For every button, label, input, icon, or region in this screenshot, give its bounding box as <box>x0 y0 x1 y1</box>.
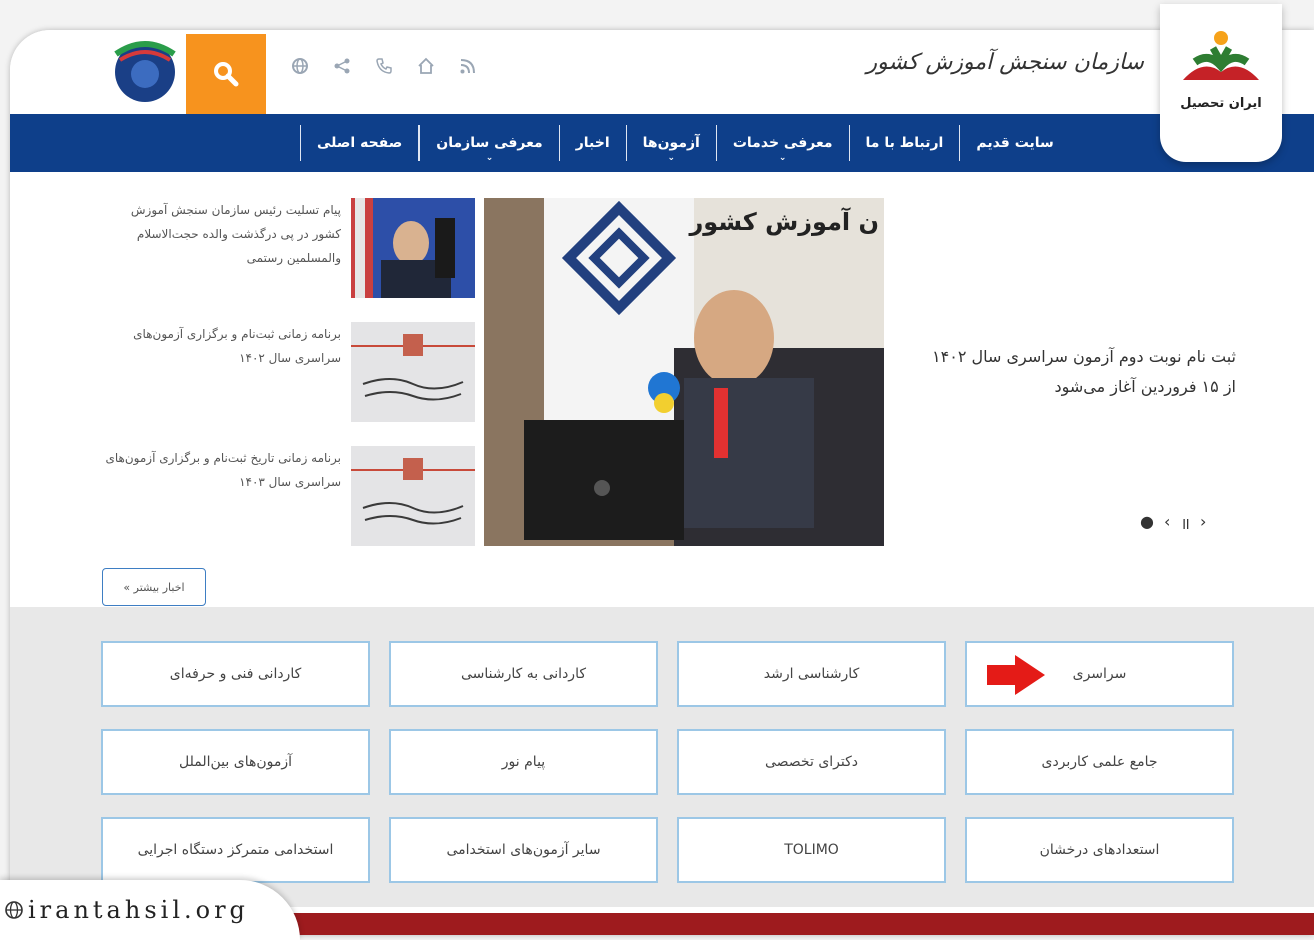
slider-image[interactable]: ن آموزش کشور <box>484 198 884 546</box>
exam-tile[interactable]: کارشناسی ارشد <box>677 641 946 707</box>
exam-tile[interactable]: آزمون‌های بین‌الملل <box>101 729 370 795</box>
exam-tile[interactable]: سراسری <box>965 641 1234 707</box>
news-thumb <box>351 198 475 298</box>
slider-headline[interactable]: ثبت نام نوبت دوم آزمون سراسری سال ۱۴۰۲ ا… <box>906 342 1236 402</box>
exam-tile-label: دکترای تخصصی <box>764 754 859 770</box>
brand-name: ایران تحصیل <box>1180 96 1262 111</box>
browser-frame: سازمان سنجش آموزش کشور صفحه اصلی معرفی سا… <box>10 30 1314 935</box>
exam-tile[interactable]: استخدامی متمرکز دستگاه اجرایی <box>101 817 370 883</box>
exam-tile-label: TOLIMO <box>784 842 839 858</box>
news-list: پیام تسلیت رئیس سازمان سنجش آموزش کشور د… <box>100 198 475 570</box>
top-bar: سازمان سنجش آموزش کشور <box>10 30 1314 114</box>
exam-tile-label: جامع علمی کاربردی <box>1041 754 1158 770</box>
brand-logo <box>1183 31 1259 80</box>
exam-tile-label: کاردانی به کارشناسی <box>461 666 586 682</box>
org-emblem-logo <box>114 41 176 102</box>
phone-icon[interactable] <box>374 56 394 76</box>
search-icon <box>214 62 239 87</box>
exam-tile-label: پیام نور <box>501 754 546 770</box>
nav-item[interactable]: سایت قدیم <box>959 125 1069 161</box>
brand-badge: ایران تحصیل <box>1160 4 1282 162</box>
search-button[interactable] <box>186 34 266 114</box>
news-thumb <box>351 446 475 546</box>
news-item[interactable]: برنامه زمانی ثبت‌نام و برگزاری آزمون‌های… <box>100 322 475 446</box>
slider-controls: ● ‹ ॥ › <box>1140 512 1206 534</box>
exam-tile[interactable]: دکترای تخصصی <box>677 729 946 795</box>
exam-tile-label: کارشناسی ارشد <box>763 666 860 682</box>
domain-label: irantahsil.org <box>28 896 249 924</box>
nav-items: صفحه اصلی معرفی سازمان ⌄ اخبار آزمون‌ها ⌄ معرف… <box>300 124 1070 163</box>
slider-headline-line2: از ۱۵ فروردین آغاز می‌شود <box>1054 377 1236 396</box>
nav-item-label: معرفی خدمات <box>732 135 833 151</box>
nav-item-label: صفحه اصلی <box>317 135 403 151</box>
exam-tile[interactable]: کاردانی فنی و حرفه‌ای <box>101 641 370 707</box>
exam-tile[interactable]: جامع علمی کاربردی <box>965 729 1234 795</box>
slider-pause-icon[interactable]: ॥ <box>1180 512 1190 534</box>
home-icon[interactable] <box>416 56 436 76</box>
globe-icon[interactable] <box>290 56 310 76</box>
nav-item-label: معرفی سازمان <box>436 135 543 151</box>
chevron-down-icon: ⌄ <box>667 153 676 163</box>
pointer-arrow-icon <box>987 655 1045 695</box>
globe-icon <box>5 901 23 919</box>
slider-next-icon[interactable]: › <box>1200 512 1206 534</box>
utility-icons <box>290 56 478 76</box>
news-item[interactable]: پیام تسلیت رئیس سازمان سنجش آموزش کشور د… <box>100 198 475 322</box>
nav-item[interactable]: اخبار <box>558 125 626 161</box>
exam-grid-section: سراسری کارشناسی ارشد کاردانی به کارشناسی کا… <box>10 607 1314 907</box>
slider-headline-line1: ثبت نام نوبت دوم آزمون سراسری سال ۱۴۰۲ <box>932 347 1236 366</box>
exam-tile[interactable]: پیام نور <box>389 729 658 795</box>
exam-tile-label: آزمون‌های بین‌الملل <box>179 754 292 770</box>
main-content: ثبت نام نوبت دوم آزمون سراسری سال ۱۴۰۲ ا… <box>10 172 1314 607</box>
slider-image-caption: ن آموزش کشور <box>688 207 879 236</box>
chevron-down-icon: ⌄ <box>778 153 787 163</box>
news-item[interactable]: برنامه زمانی تاریخ ثبت‌نام و برگزاری آزم… <box>100 446 475 570</box>
rss-icon[interactable] <box>458 56 478 76</box>
exam-tile-label: سایر آزمون‌های استخدامی <box>446 842 601 858</box>
chevron-down-icon: ⌄ <box>485 153 494 163</box>
news-item-text: برنامه زمانی ثبت‌نام و برگزاری آزمون‌های… <box>133 327 341 365</box>
slider-prev-icon[interactable]: ‹ <box>1164 512 1170 534</box>
nav-item-label: سایت قدیم <box>976 135 1054 151</box>
domain-watermark: irantahsil.org <box>0 880 300 940</box>
nav-item-label: اخبار <box>575 135 610 151</box>
org-title: سازمان سنجش آموزش کشور <box>866 50 1144 75</box>
exam-tile[interactable]: TOLIMO <box>677 817 946 883</box>
exam-tile-label: سراسری <box>1072 666 1127 682</box>
exam-grid: سراسری کارشناسی ارشد کاردانی به کارشناسی کا… <box>101 641 1234 883</box>
exam-tile-label: استخدامی متمرکز دستگاه اجرایی <box>137 842 334 858</box>
press-conference-photo: ن آموزش کشور <box>484 198 884 546</box>
news-thumb <box>351 322 475 422</box>
exam-tile[interactable]: کاردانی به کارشناسی <box>389 641 658 707</box>
nav-item[interactable]: معرفی خدمات ⌄ <box>715 125 849 163</box>
exam-tile[interactable]: سایر آزمون‌های استخدامی <box>389 817 658 883</box>
nav-item-label: آزمون‌ها <box>642 135 700 151</box>
exam-tile-label: استعدادهای درخشان <box>1039 842 1160 858</box>
slider-dot-icon[interactable]: ● <box>1140 512 1154 534</box>
exam-tile[interactable]: استعدادهای درخشان <box>965 817 1234 883</box>
domain-text: irantahsil.org <box>4 896 249 924</box>
nav-item-label: ارتباط با ما <box>865 135 944 151</box>
news-item-text: برنامه زمانی تاریخ ثبت‌نام و برگزاری آزم… <box>105 451 341 489</box>
more-news-button[interactable]: اخبار بیشتر » <box>102 568 206 606</box>
news-item-text: پیام تسلیت رئیس سازمان سنجش آموزش کشور د… <box>130 203 341 265</box>
nav-item[interactable]: آزمون‌ها ⌄ <box>625 125 716 163</box>
nav-item[interactable]: صفحه اصلی <box>300 125 420 161</box>
main-nav: صفحه اصلی معرفی سازمان ⌄ اخبار آزمون‌ها ⌄ معرف… <box>10 114 1314 172</box>
exam-tile-label: کاردانی فنی و حرفه‌ای <box>169 666 302 682</box>
nav-item[interactable]: ارتباط با ما <box>848 125 960 161</box>
nav-item[interactable]: معرفی سازمان ⌄ <box>419 125 558 163</box>
share-icon[interactable] <box>332 56 352 76</box>
